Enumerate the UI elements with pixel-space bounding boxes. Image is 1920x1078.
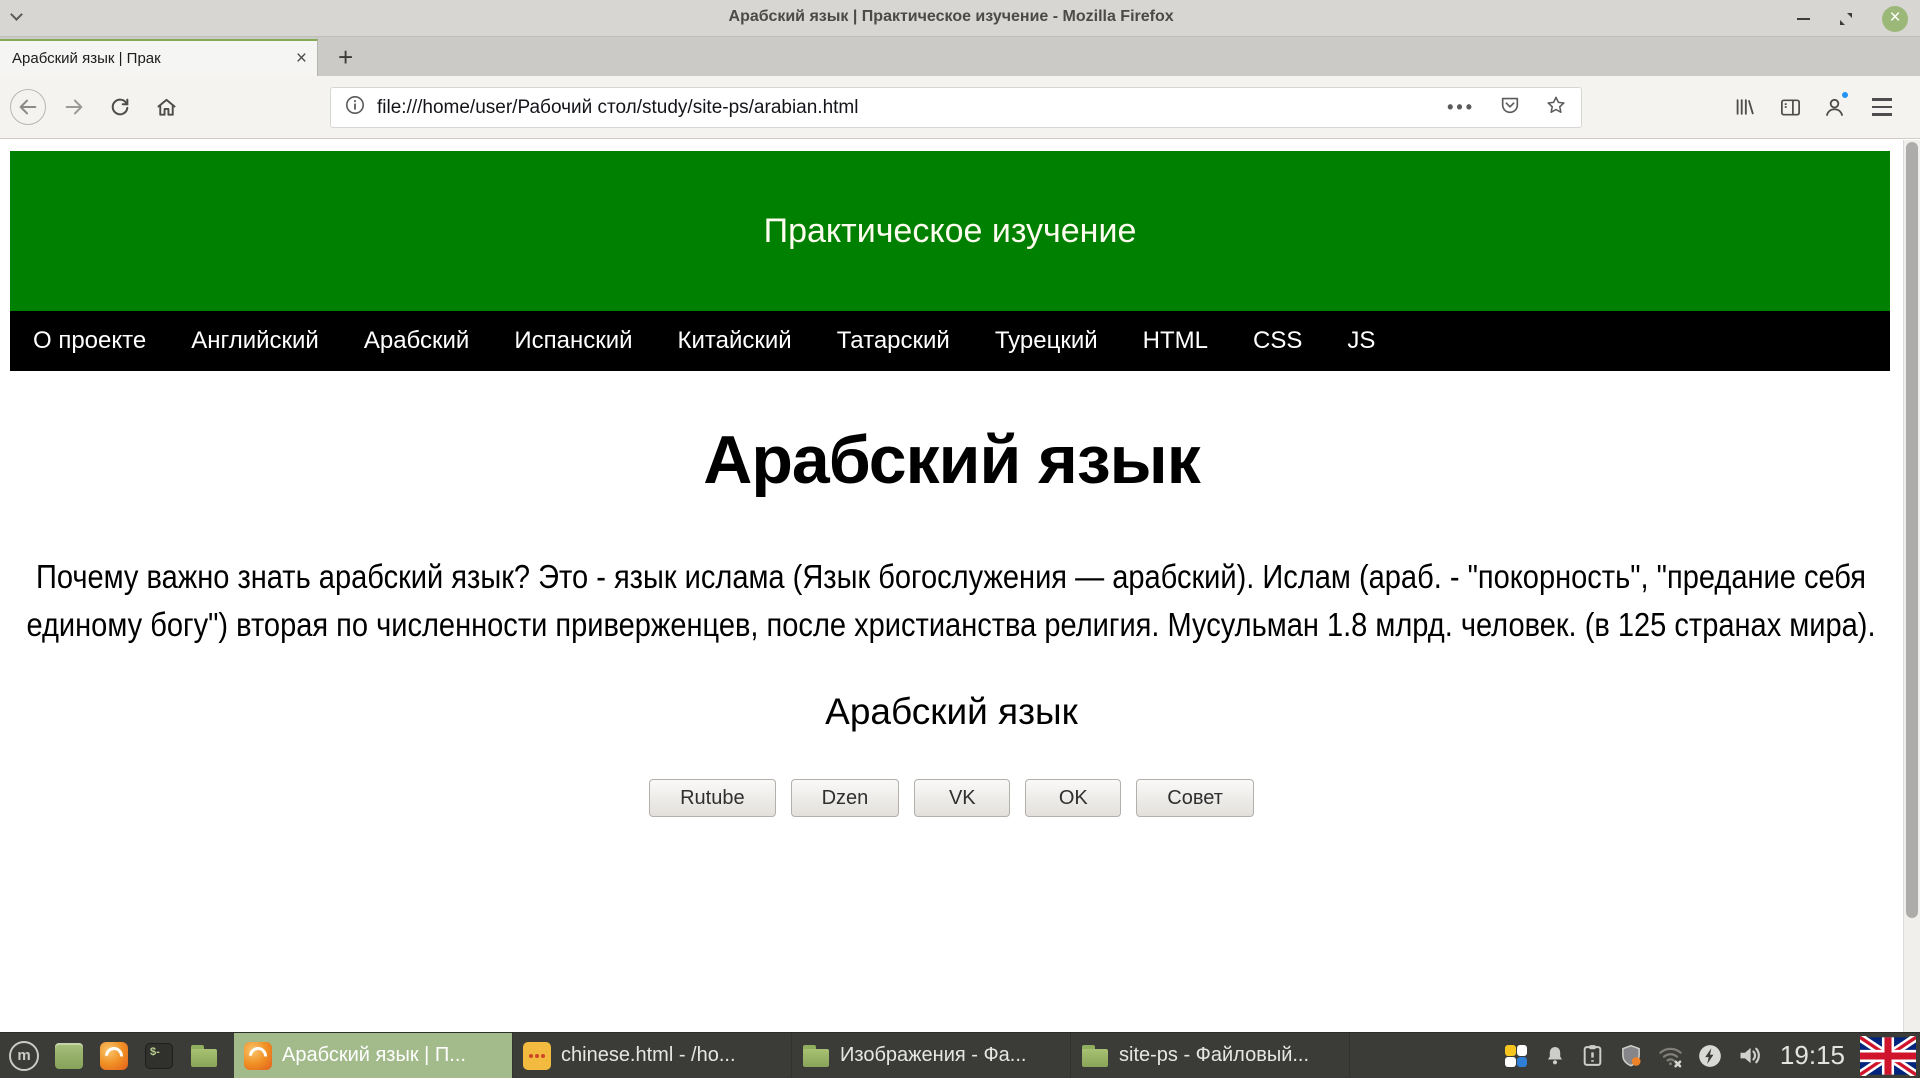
social-buttons-row: Rutube Dzen VK OK Совет [0,779,1903,817]
notifications-bell-icon[interactable] [1543,1044,1567,1068]
site-nav-item[interactable]: Китайский [678,327,792,355]
home-icon[interactable] [148,89,184,125]
taskbar-window-button[interactable]: Изображения - Фа... [792,1033,1071,1078]
site-nav-item[interactable]: CSS [1253,327,1302,355]
page-actions-icon[interactable]: ••• [1447,97,1475,118]
social-button-ok[interactable]: OK [1025,779,1121,817]
site-nav-item[interactable]: JS [1347,327,1375,355]
social-button-dzen[interactable]: Dzen [791,779,900,817]
site-info-icon[interactable] [345,95,365,120]
url-text[interactable]: file:///home/user/Рабочий стол/study/sit… [377,97,1447,119]
taskbar-window-label: Изображения - Фа... [840,1044,1026,1067]
taskbar-window-button[interactable]: Арабский язык | П... [234,1033,513,1078]
mint-menu-button[interactable]: m [8,1040,40,1072]
taskbar-window-button[interactable]: chinese.html - /ho... [513,1033,792,1078]
page-viewport: Практическое изучение О проекте Английски… [0,140,1920,1032]
site-nav-item[interactable]: Испанский [514,327,632,355]
window-list: Арабский язык | П... chinese.html - /ho..… [234,1033,1350,1078]
site-banner: Практическое изучение [10,151,1890,311]
keyboard-layout-flag-icon[interactable] [1860,1036,1916,1076]
network-offline-icon[interactable] [1657,1042,1684,1069]
window-title: Арабский язык | Практическое изучение - … [729,8,1174,26]
firewall-shield-icon[interactable] [1618,1043,1644,1069]
volume-icon[interactable] [1736,1042,1763,1069]
text-editor-icon [523,1042,551,1070]
taskbar-window-button[interactable]: site-ps - Файловый... [1071,1033,1350,1078]
window-titlebar: Арабский язык | Практическое изучение - … [0,0,1920,37]
social-button-совет[interactable]: Совет [1136,779,1254,817]
tab-close-icon[interactable]: × [296,49,307,68]
url-bar[interactable]: file:///home/user/Рабочий стол/study/sit… [330,87,1582,128]
minimize-button[interactable] [1797,18,1810,20]
taskbar: m $- Арабский язык | П... chinese.html - … [0,1032,1920,1078]
site-nav-item[interactable]: Татарский [837,327,950,355]
restore-button[interactable] [1838,11,1854,27]
titlebar-chevron-icon[interactable] [10,8,23,21]
taskbar-window-label: site-ps - Файловый... [1119,1044,1309,1067]
power-manager-icon[interactable] [1697,1043,1723,1069]
close-button[interactable] [1882,6,1908,32]
site-nav-item[interactable]: Английский [191,327,319,355]
browser-toolbar: file:///home/user/Рабочий стол/study/sit… [0,76,1920,139]
clock[interactable]: 19:15 [1780,1040,1845,1071]
account-notification-dot [1840,90,1850,100]
site-banner-title: Практическое изучение [764,212,1137,251]
taskbar-window-label: Арабский язык | П... [282,1044,466,1067]
firefox-icon [244,1042,272,1070]
bookmark-star-icon[interactable] [1545,94,1567,121]
forward-icon[interactable] [56,89,92,125]
sidebar-icon[interactable] [1772,89,1808,125]
page-title: Арабский язык [0,421,1903,499]
terminal-launcher-icon[interactable]: $- [143,1040,175,1072]
tab-title: Арабский язык | Прак [12,50,290,67]
account-icon[interactable] [1816,89,1852,125]
reload-icon[interactable] [102,89,138,125]
vertical-scrollbar[interactable] [1903,140,1920,1032]
tab-active[interactable]: Арабский язык | Прак × [0,39,318,76]
scrollbar-thumb[interactable] [1906,142,1918,918]
library-icon[interactable] [1726,89,1762,125]
files-launcher-icon[interactable] [188,1040,220,1072]
show-desktop-button[interactable] [53,1040,85,1072]
site-nav-item[interactable]: Арабский [364,327,470,355]
menu-hamburger-icon[interactable] [1864,89,1900,125]
site-nav-item[interactable]: О проекте [33,327,146,355]
firefox-launcher-icon[interactable] [98,1040,130,1072]
folder-icon [1081,1043,1109,1069]
social-button-rutube[interactable]: Rutube [649,779,776,817]
new-tab-button[interactable]: + [338,44,353,70]
site-nav-item[interactable]: HTML [1143,327,1208,355]
apps-grid-tray-icon[interactable] [1502,1042,1530,1070]
clipboard-updates-icon[interactable] [1580,1043,1605,1068]
site-nav-item[interactable]: Турецкий [995,327,1098,355]
back-icon[interactable] [10,89,46,125]
folder-icon [802,1043,830,1069]
site-nav: О проекте Английский Арабский Испанский Кита… [10,311,1890,371]
social-button-vk[interactable]: VK [914,779,1010,817]
page-subtitle: Арабский язык [0,691,1903,733]
taskbar-window-label: chinese.html - /ho... [561,1044,736,1067]
desktop-screen: Арабский язык | Практическое изучение - … [0,0,1920,1078]
intro-paragraph: Почему важно знать арабский язык? Это - … [11,553,1891,649]
pocket-icon[interactable] [1499,94,1521,121]
tab-bar: Арабский язык | Прак × + [0,37,1920,76]
